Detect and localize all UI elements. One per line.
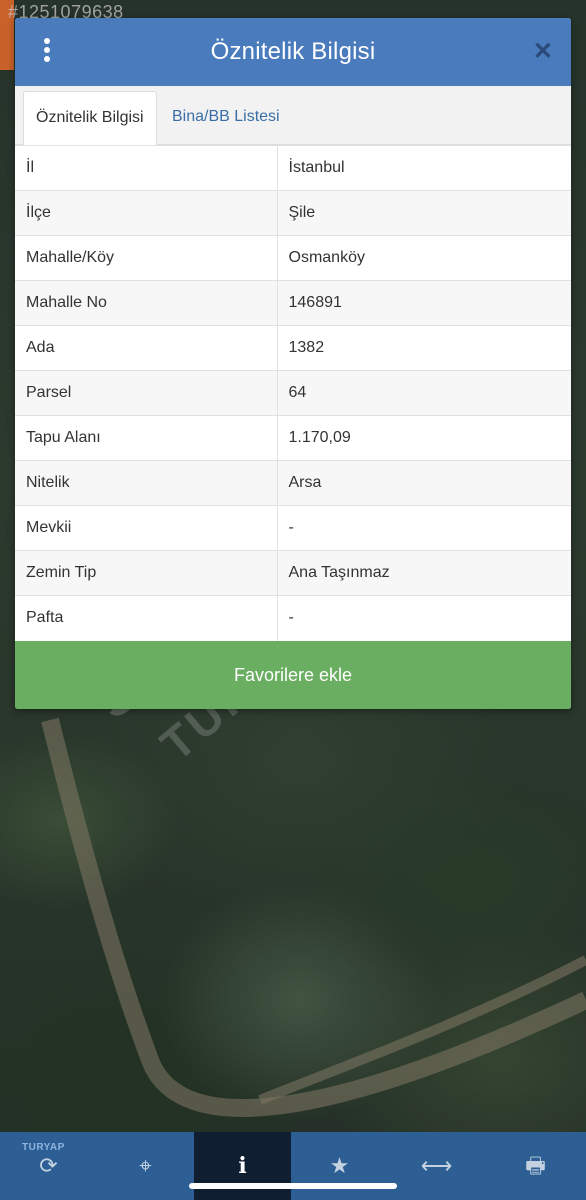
table-row: Tapu Alanı 1.170,09	[15, 415, 571, 461]
close-icon[interactable]: ✕	[533, 40, 553, 64]
row-value: Şile	[277, 190, 571, 236]
row-value: 64	[277, 370, 571, 416]
row-value: Arsa	[277, 460, 571, 506]
home-indicator	[189, 1183, 397, 1189]
row-key: Nitelik	[15, 460, 278, 506]
crosshair-icon: ⌖	[139, 1153, 152, 1178]
modal-header: Öznitelik Bilgisi ✕	[15, 18, 571, 86]
table-row: İl İstanbul	[15, 145, 571, 191]
attribute-table: İl İstanbul İlçe Şile Mahalle/Köy Osmank…	[15, 145, 571, 641]
star-icon: ★	[329, 1153, 350, 1178]
row-key: Tapu Alanı	[15, 415, 278, 461]
table-row: İlçe Şile	[15, 190, 571, 236]
refresh-button[interactable]: ⟳	[0, 1132, 97, 1200]
row-key: İl	[15, 145, 278, 191]
print-icon: 🖶	[525, 1153, 546, 1178]
row-value: Osmanköy	[277, 235, 571, 281]
row-key: Ada	[15, 325, 278, 371]
row-value: Ana Taşınmaz	[277, 550, 571, 596]
table-row: Mahalle/Köy Osmanköy	[15, 235, 571, 281]
locate-button[interactable]: ⌖	[97, 1132, 194, 1200]
tab-building-list[interactable]: Bina/BB Listesi	[160, 91, 292, 143]
row-value: 1382	[277, 325, 571, 371]
table-row: Mevkii -	[15, 505, 571, 551]
info-icon: i	[238, 1153, 247, 1179]
modal-tabs: Öznitelik Bilgisi Bina/BB Listesi	[15, 86, 571, 145]
row-value: 1.170,09	[277, 415, 571, 461]
row-key: İlçe	[15, 190, 278, 236]
table-row: Pafta -	[15, 595, 571, 641]
bottom-toolbar: TURYAP ⟳ ⌖ i ★ ⟷ 🖶	[0, 1132, 586, 1200]
table-row: Ada 1382	[15, 325, 571, 371]
row-value: 146891	[277, 280, 571, 326]
refresh-icon: ⟳	[39, 1153, 58, 1178]
row-key: Parsel	[15, 370, 278, 416]
row-value: -	[277, 505, 571, 551]
measure-icon: ⟷	[420, 1153, 453, 1178]
measure-button[interactable]: ⟷	[388, 1132, 485, 1200]
info-button[interactable]: i	[194, 1132, 291, 1200]
row-key: Mahalle No	[15, 280, 278, 326]
print-button[interactable]: 🖶	[485, 1132, 586, 1200]
row-key: Pafta	[15, 595, 278, 641]
tab-attribute-info[interactable]: Öznitelik Bilgisi	[23, 91, 157, 145]
modal-title: Öznitelik Bilgisi	[210, 38, 376, 65]
row-value: -	[277, 595, 571, 641]
table-row: Nitelik Arsa	[15, 460, 571, 506]
add-to-favorites-button[interactable]: Favorilere ekle	[15, 640, 571, 709]
favorites-button[interactable]: ★	[291, 1132, 388, 1200]
row-value: İstanbul	[277, 145, 571, 191]
table-row: Mahalle No 146891	[15, 280, 571, 326]
row-key: Zemin Tip	[15, 550, 278, 596]
row-key: Mevkii	[15, 505, 278, 551]
row-key: Mahalle/Köy	[15, 235, 278, 281]
table-row: Zemin Tip Ana Taşınmaz	[15, 550, 571, 596]
attribute-info-modal: Öznitelik Bilgisi ✕ Öznitelik Bilgisi Bi…	[15, 18, 571, 709]
table-row: Parsel 64	[15, 370, 571, 416]
